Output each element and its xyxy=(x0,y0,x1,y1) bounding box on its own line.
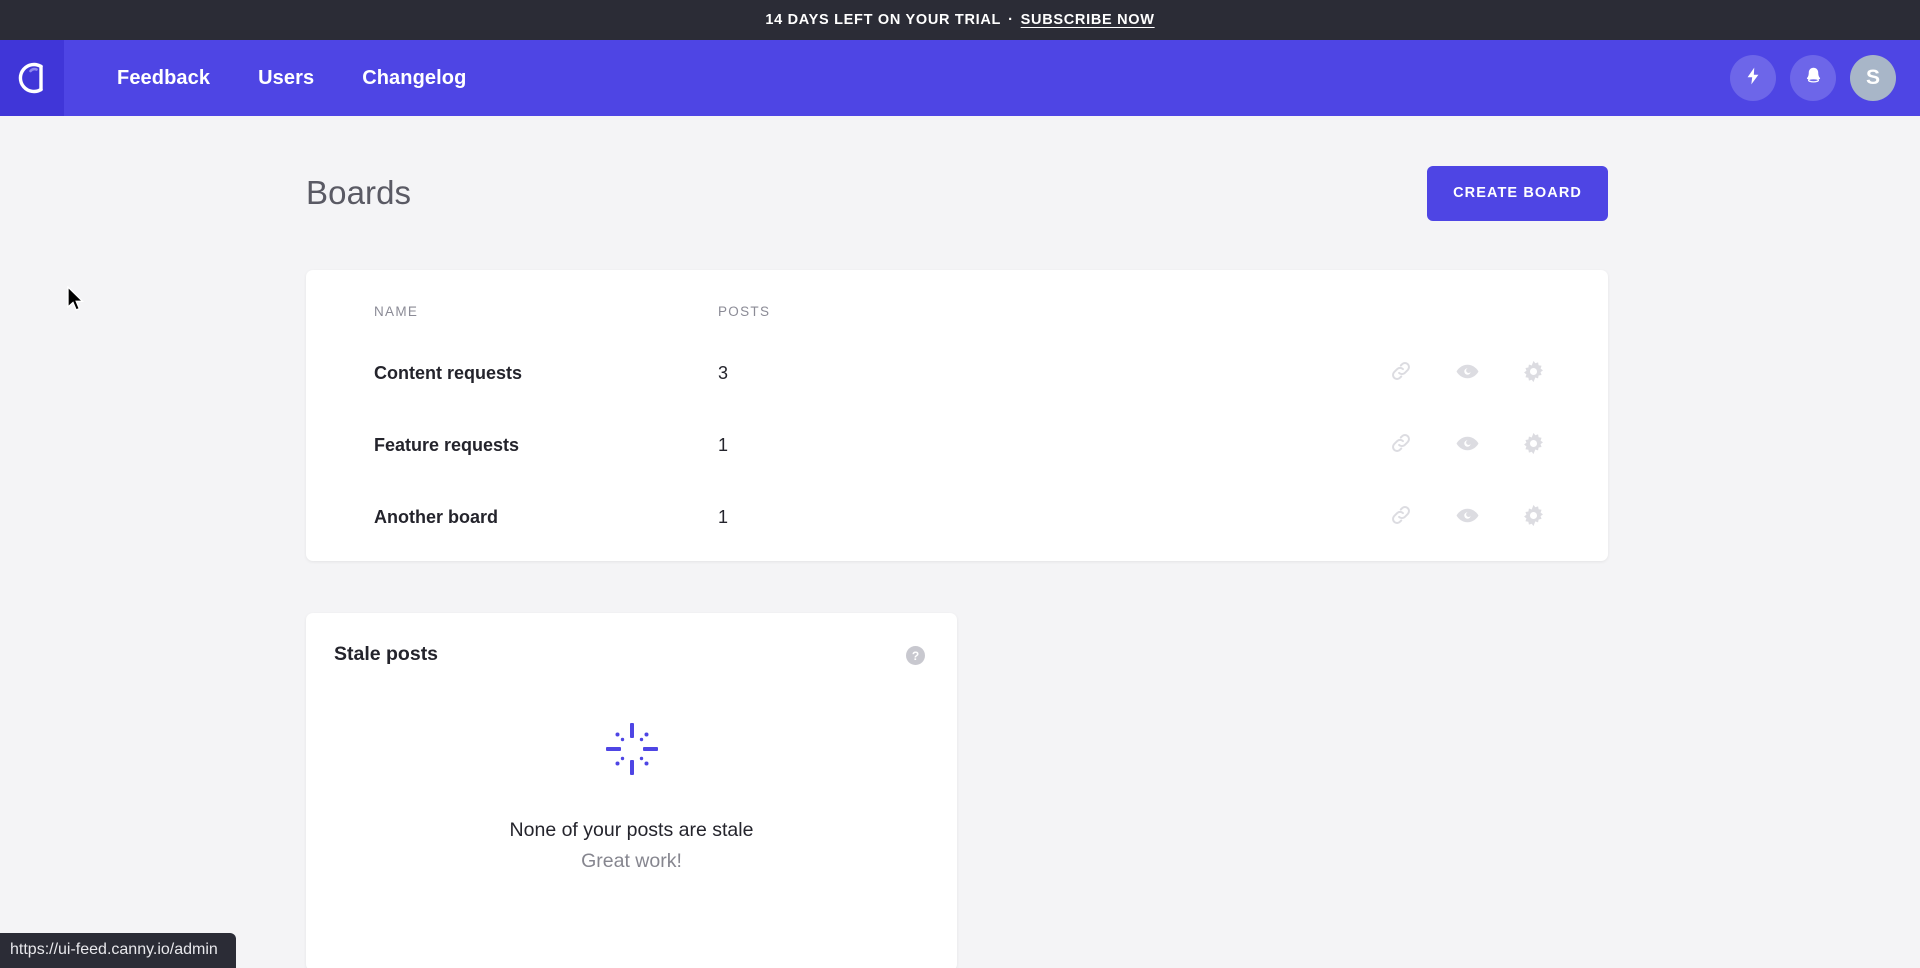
table-row[interactable]: Content requests 3 xyxy=(306,337,1608,409)
eye-icon[interactable] xyxy=(1454,430,1480,456)
lightning-bolt-icon xyxy=(1743,66,1763,91)
table-row[interactable]: Another board 1 xyxy=(306,481,1608,553)
link-icon[interactable] xyxy=(1388,502,1414,528)
trial-banner: 14 DAYS LEFT ON YOUR TRIAL · SUBSCRIBE N… xyxy=(0,0,1920,40)
main-content: Boards CREATE BOARD NAME POSTS Content r… xyxy=(0,116,1920,968)
boards-table-header-row: NAME POSTS xyxy=(306,270,1608,337)
top-navigation-bar: Feedback Users Changelog S xyxy=(0,40,1920,116)
page-header: Boards CREATE BOARD xyxy=(306,162,1608,224)
bell-icon xyxy=(1803,65,1824,91)
nav-links: Feedback Users Changelog xyxy=(117,67,466,90)
stale-posts-empty-submessage: Great work! xyxy=(581,850,682,872)
board-name-cell: Feature requests xyxy=(306,409,718,481)
link-icon[interactable] xyxy=(1388,430,1414,456)
column-header-posts: POSTS xyxy=(718,304,771,319)
lightning-bolt-button[interactable] xyxy=(1730,55,1776,101)
gear-icon[interactable] xyxy=(1520,430,1546,456)
burst-sparkle-icon xyxy=(604,721,660,782)
stale-posts-card: Stale posts ? None of your posts are sta… xyxy=(306,613,957,968)
stale-posts-empty-state: None of your posts are stale Great work! xyxy=(306,721,957,873)
gear-icon[interactable] xyxy=(1520,358,1546,384)
stale-posts-title: Stale posts xyxy=(334,643,439,665)
boards-card: NAME POSTS Content requests 3 Feature re… xyxy=(306,270,1608,561)
board-row-actions xyxy=(1278,409,1608,481)
boards-table: NAME POSTS Content requests 3 Feature re… xyxy=(306,270,1608,553)
canny-c-logo-icon xyxy=(15,58,49,98)
gear-icon[interactable] xyxy=(1520,502,1546,528)
stale-posts-empty-message: None of your posts are stale xyxy=(509,819,754,841)
boards-table-body: Content requests 3 Feature requests 1 An… xyxy=(306,337,1608,553)
board-row-actions xyxy=(1278,481,1608,553)
board-name-link[interactable]: Another board xyxy=(374,507,498,527)
browser-status-bar: https://ui-feed.canny.io/admin xyxy=(0,933,236,968)
notifications-button[interactable] xyxy=(1790,55,1836,101)
help-icon[interactable]: ? xyxy=(906,646,925,665)
board-row-actions xyxy=(1278,337,1608,409)
content-container: Boards CREATE BOARD NAME POSTS Content r… xyxy=(306,162,1608,968)
table-row[interactable]: Feature requests 1 xyxy=(306,409,1608,481)
boards-table-head: NAME POSTS xyxy=(306,270,1608,337)
nav-right-actions: S xyxy=(1730,55,1896,101)
column-header-actions xyxy=(1278,270,1608,337)
board-name-link[interactable]: Feature requests xyxy=(374,435,519,455)
page-title: Boards xyxy=(306,174,412,211)
trial-banner-text: 14 DAYS LEFT ON YOUR TRIAL xyxy=(765,12,1002,28)
board-name-cell: Another board xyxy=(306,481,718,553)
nav-link-changelog[interactable]: Changelog xyxy=(362,67,466,90)
eye-icon[interactable] xyxy=(1454,358,1480,384)
nav-link-feedback[interactable]: Feedback xyxy=(117,67,210,90)
link-icon[interactable] xyxy=(1388,358,1414,384)
board-name-link[interactable]: Content requests xyxy=(374,363,522,383)
subscribe-now-link[interactable]: SUBSCRIBE NOW xyxy=(1021,12,1155,28)
board-posts-count: 3 xyxy=(718,362,729,383)
board-name-cell: Content requests xyxy=(306,337,718,409)
board-posts-count: 1 xyxy=(718,506,729,527)
stale-posts-header: Stale posts ? xyxy=(306,613,957,666)
user-avatar[interactable]: S xyxy=(1850,55,1896,101)
create-board-button[interactable]: CREATE BOARD xyxy=(1427,165,1608,221)
nav-link-users[interactable]: Users xyxy=(258,67,314,90)
trial-banner-separator: · xyxy=(1008,12,1014,28)
column-header-name: NAME xyxy=(374,304,419,319)
canny-logo-button[interactable] xyxy=(0,40,64,116)
eye-icon[interactable] xyxy=(1454,502,1480,528)
board-posts-count: 1 xyxy=(718,434,729,455)
